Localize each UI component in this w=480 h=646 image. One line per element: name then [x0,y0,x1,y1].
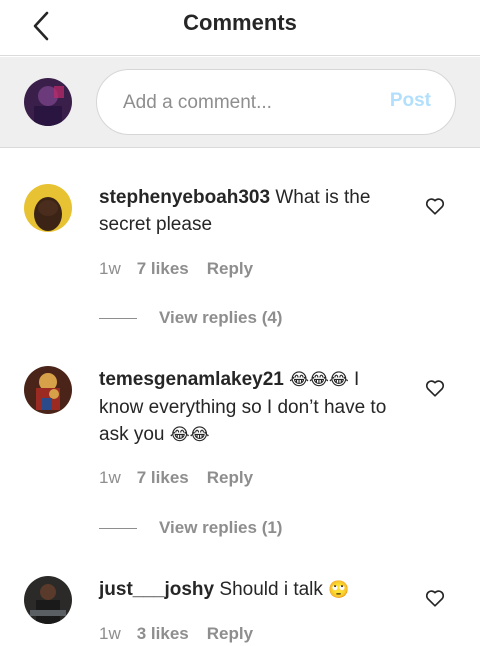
post-button[interactable]: Post [390,90,431,112]
like-heart-icon[interactable] [424,377,446,399]
comment-input[interactable] [121,70,375,136]
comment-likes[interactable]: 3 likes [137,624,189,644]
comment-meta: 1w 7 likes Reply [99,468,253,488]
current-user-avatar [24,78,72,126]
view-replies-label: View replies (4) [159,308,283,327]
comment-input-box: Post [96,69,456,136]
view-replies-button[interactable]: View replies (4) [99,308,282,328]
comment-body: just___joshy Should i talk 🙄 [99,576,404,604]
comment-text: Should i talk [219,579,323,600]
page-title: Comments [183,10,297,35]
reply-button[interactable]: Reply [207,624,253,644]
comment-composer: Post [0,57,480,148]
view-replies-button[interactable]: View replies (1) [99,518,282,538]
view-replies-label: View replies (1) [159,518,283,537]
comment-timestamp: 1w [99,468,121,487]
divider-line [99,317,137,319]
comment-username[interactable]: stephenyeboah303 [99,187,270,208]
comment-timestamp: 1w [99,624,121,643]
comment-username[interactable]: just___joshy [99,579,214,600]
avatar[interactable] [24,184,72,232]
comment-timestamp: 1w [99,259,121,278]
header-bar: Comments [0,0,480,56]
comment-likes[interactable]: 7 likes [137,468,189,488]
avatar[interactable] [24,576,72,624]
avatar[interactable] [24,366,72,414]
comment-meta: 1w 3 likes Reply [99,624,253,644]
like-heart-icon[interactable] [424,195,446,217]
divider-line [99,527,137,529]
comment-body: stephenyeboah303 What is the secret plea… [99,184,404,238]
comment-emoji: 😂😂 [169,425,210,445]
reply-button[interactable]: Reply [207,259,253,279]
reply-button[interactable]: Reply [207,468,253,488]
comment-emoji: 😂😂😂 [289,370,349,390]
comment-emoji: 🙄 [328,580,350,600]
comment-meta: 1w 7 likes Reply [99,259,253,279]
comment-likes[interactable]: 7 likes [137,259,189,279]
comment-username[interactable]: temesgenamlakey21 [99,369,284,390]
comment-body: temesgenamlakey21 😂😂😂 I know everything … [99,366,404,449]
like-heart-icon[interactable] [424,587,446,609]
